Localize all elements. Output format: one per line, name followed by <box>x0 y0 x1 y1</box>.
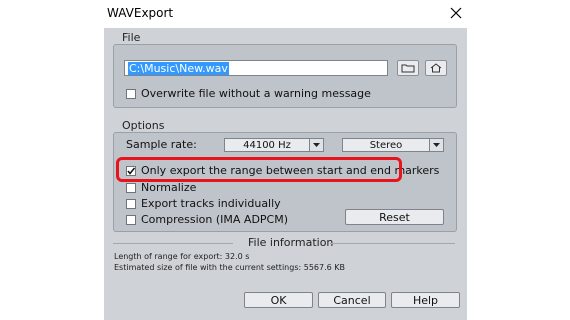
ok-button[interactable]: OK <box>244 292 313 308</box>
export-tracks-checkbox[interactable] <box>126 199 136 209</box>
file-info-section-label: File information <box>248 236 334 249</box>
reset-button[interactable]: Reset <box>345 209 444 225</box>
file-path-input[interactable]: C:\Music\New.wav <box>124 60 388 76</box>
export-tracks-label: Export tracks individually <box>141 197 281 210</box>
home-folder-button[interactable] <box>425 60 447 76</box>
chevron-down-icon <box>309 139 323 151</box>
highlight-annotation <box>116 157 402 182</box>
separator-left <box>113 243 233 244</box>
window-title: WAVExport <box>107 6 174 20</box>
compression-checkbox[interactable] <box>126 215 136 225</box>
channels-dropdown[interactable]: Stereo <box>342 138 444 152</box>
cancel-button[interactable]: Cancel <box>318 292 386 308</box>
file-section-label: File <box>122 31 141 44</box>
normalize-label: Normalize <box>141 181 197 194</box>
compression-label: Compression (IMA ADPCM) <box>141 213 289 226</box>
sample-rate-label: Sample rate: <box>126 138 197 151</box>
sample-rate-dropdown[interactable]: 44100 Hz <box>224 138 324 152</box>
close-icon[interactable] <box>446 4 466 22</box>
separator-right <box>330 243 455 244</box>
browse-folder-button[interactable] <box>397 60 419 76</box>
overwrite-label: Overwrite file without a warning message <box>141 87 371 100</box>
sample-rate-value: 44100 Hz <box>243 139 291 151</box>
chevron-down-icon <box>429 139 443 151</box>
options-section-label: Options <box>122 119 165 132</box>
folder-icon <box>401 64 415 73</box>
channels-value: Stereo <box>369 139 403 151</box>
help-button[interactable]: Help <box>391 292 460 308</box>
size-info: Estimated size of file with the current … <box>114 263 345 272</box>
overwrite-checkbox[interactable] <box>126 89 136 99</box>
title-bar: WAVExport <box>0 0 570 28</box>
normalize-checkbox[interactable] <box>126 183 136 193</box>
length-info: Length of range for export: 32.0 s <box>114 252 250 261</box>
home-icon <box>430 63 442 73</box>
file-path-value: C:\Music\New.wav <box>128 61 229 75</box>
